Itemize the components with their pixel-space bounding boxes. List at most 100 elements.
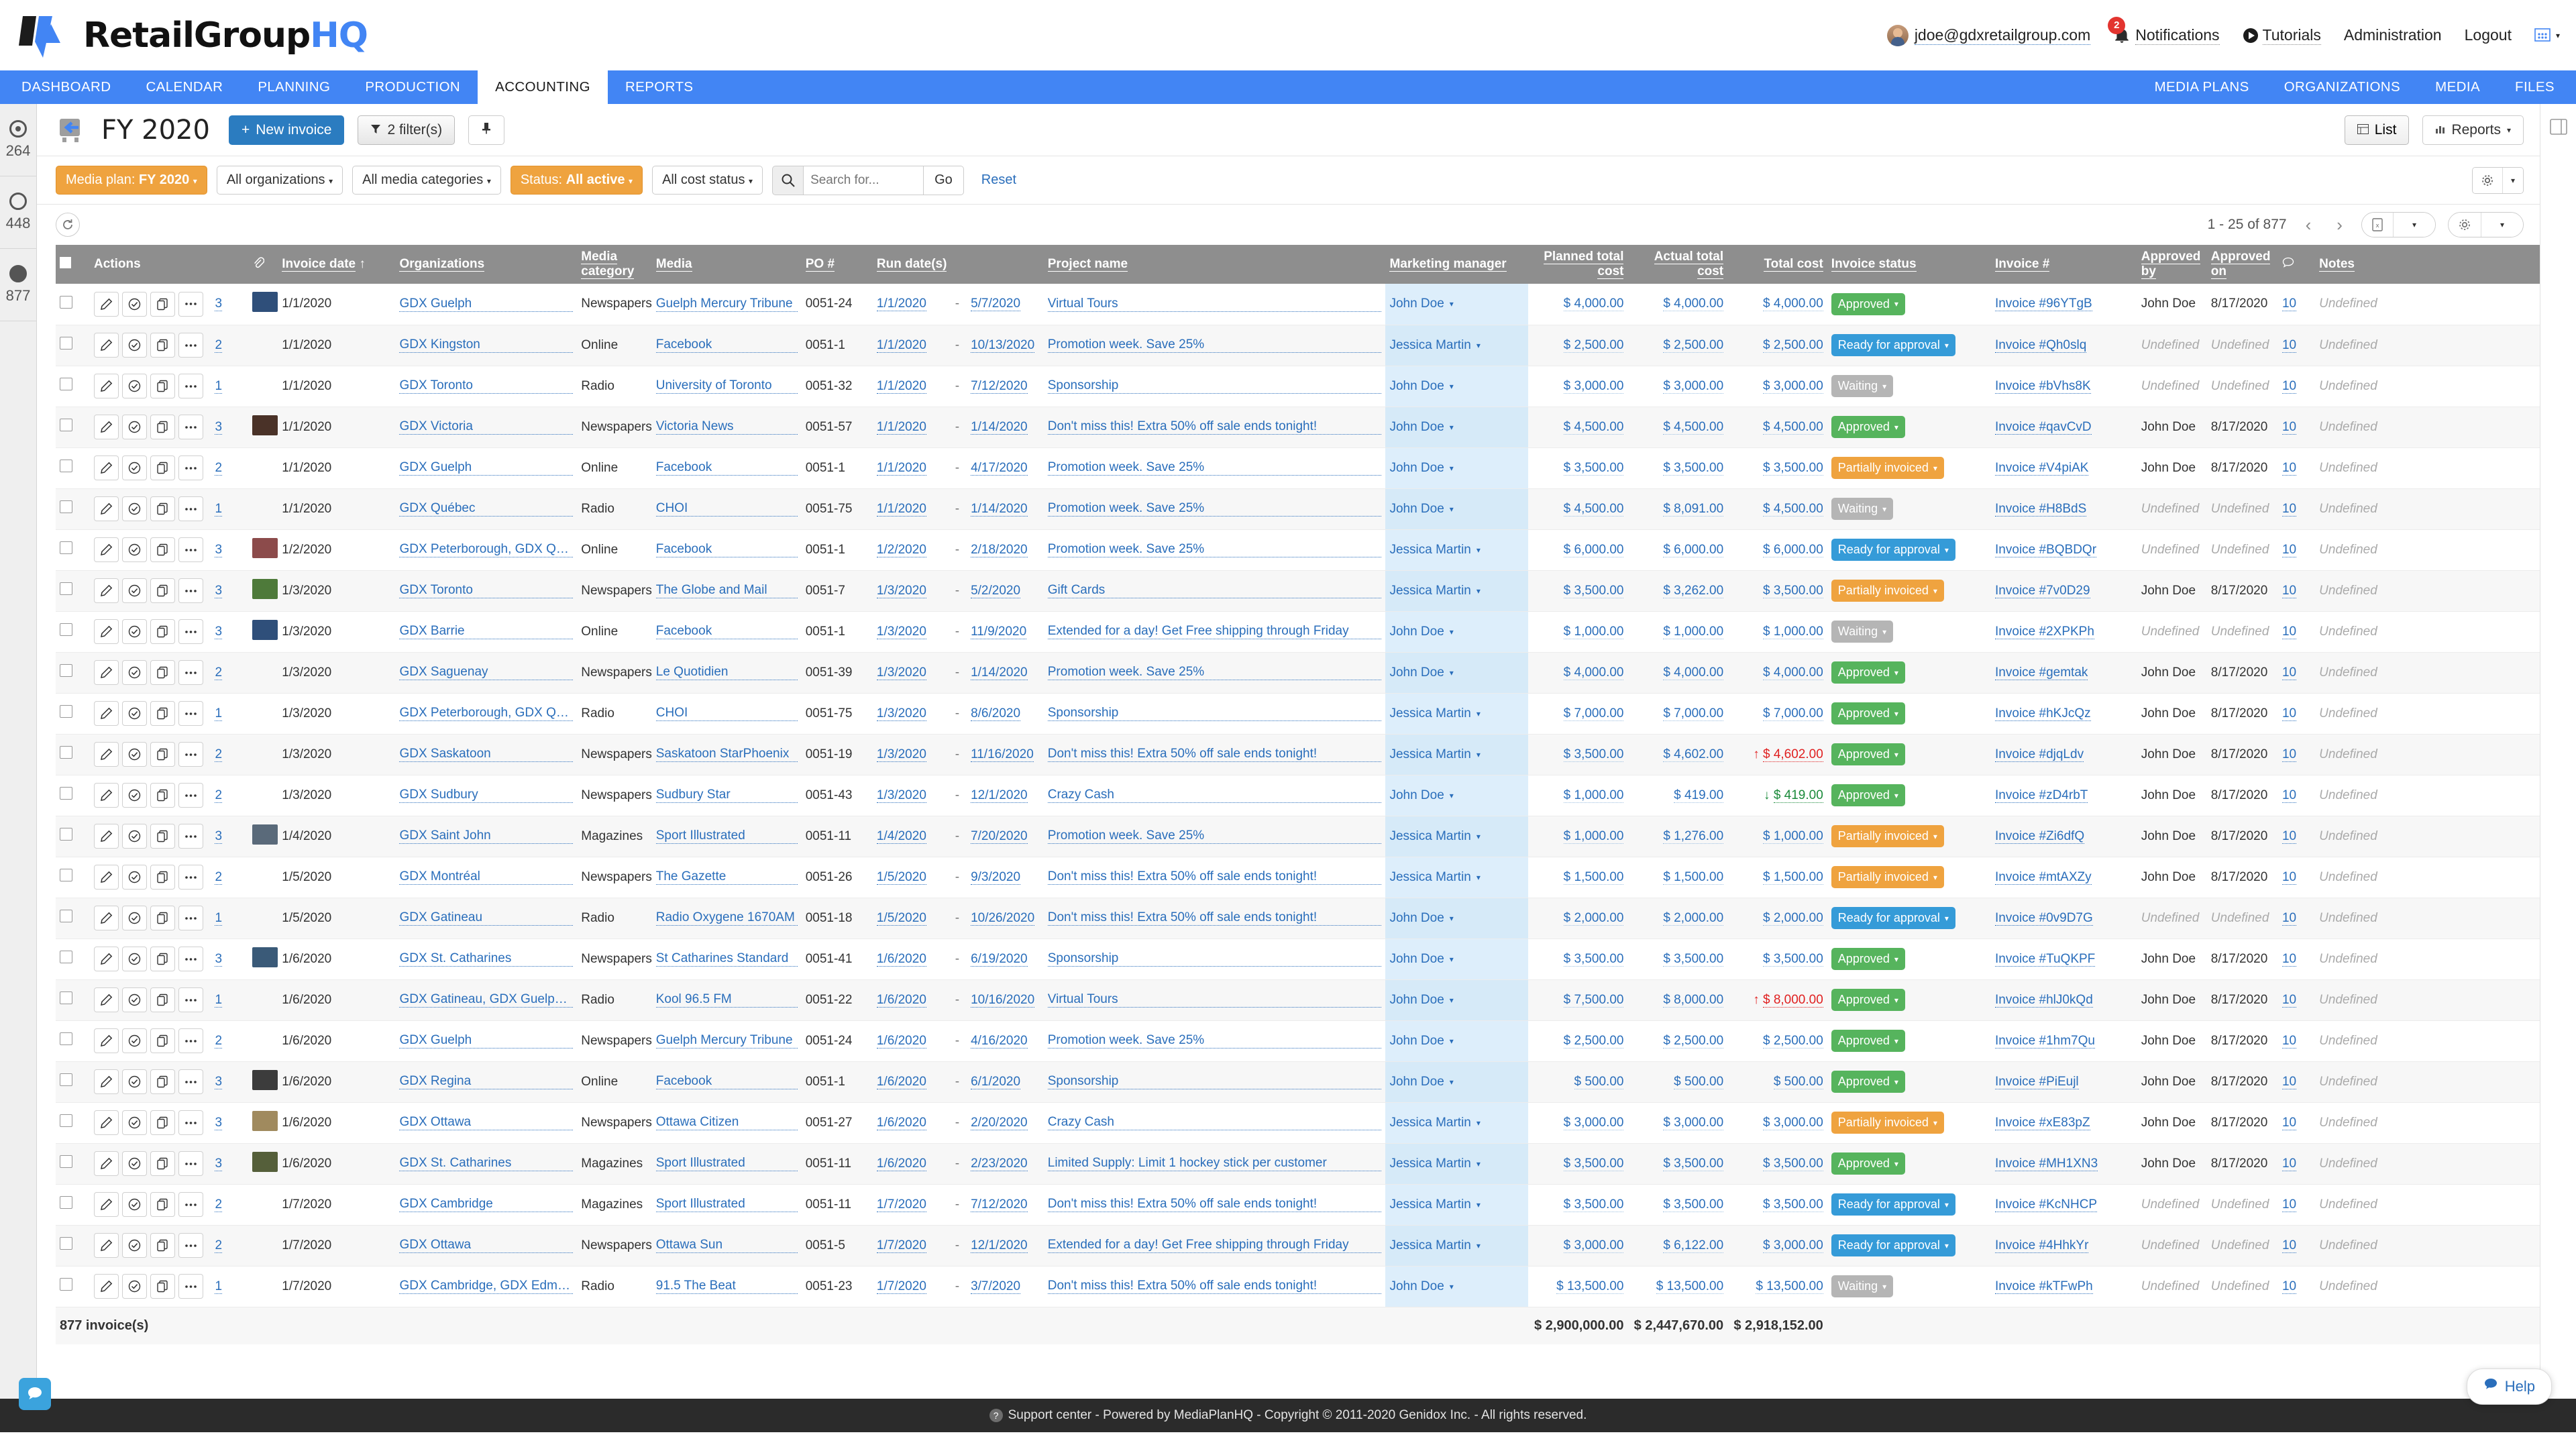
status-badge[interactable]: Waiting ▾ [1831,375,1894,397]
row-checkbox[interactable] [60,991,72,1004]
attachment-count[interactable]: 1 [215,992,223,1008]
run-start-cell[interactable]: 1/2/2020 [872,529,951,571]
invoice-number-cell[interactable]: Invoice #hKJcQz [1991,693,2137,735]
invoice-status-cell[interactable]: Approved ▾ [1827,1143,1992,1185]
project-name-cell[interactable]: Don't miss this! Extra 50% off sale ends… [1043,734,1386,775]
attachment-count-cell[interactable]: 3 [211,1143,248,1185]
approve-button[interactable] [121,537,147,562]
new-invoice-button[interactable]: + New invoice [228,115,345,145]
media-cell[interactable]: Ottawa Sun [651,1225,802,1267]
invoice-status-cell[interactable]: Ready for approval ▾ [1827,1225,1992,1267]
project-link[interactable]: Crazy Cash [1047,788,1382,803]
planned-total-cost[interactable]: $ 1,000.00 [1563,828,1624,844]
organization-link[interactable]: GDX St. Catharines [399,951,574,967]
total-cost-cell[interactable]: $ 3,000.00 [1727,1225,1827,1267]
notes-count-cell[interactable]: 10 [2277,325,2316,366]
run-end-cell[interactable]: 1/14/2020 [967,407,1044,448]
nav-item-planning[interactable]: PLANNING [240,70,347,104]
planned-total-cost[interactable]: $ 7,000.00 [1563,706,1624,721]
run-end-cell[interactable]: 6/1/2020 [967,1061,1044,1103]
attachment-count[interactable]: 1 [215,501,223,517]
total-cost[interactable]: $ 8,000.00 [1762,992,1823,1008]
notes-count[interactable]: 10 [2282,1074,2297,1089]
actual-total-cost-cell[interactable]: $ 3,262.00 [1627,570,1728,612]
run-end-date[interactable]: 2/18/2020 [971,542,1028,557]
attachment-count-cell[interactable]: 2 [211,1184,248,1226]
total-cost-cell[interactable]: $ 1,500.00 [1727,857,1827,898]
project-name-cell[interactable]: Promotion week. Save 25% [1043,1020,1386,1062]
organizations-header[interactable]: Organizations [395,245,578,284]
media-cell[interactable]: Radio Oxygene 1670AM [651,898,802,939]
total-cost-cell[interactable]: ↑ $ 8,000.00 [1727,979,1827,1021]
notes-count-cell[interactable]: 10 [2277,734,2316,775]
search-input[interactable] [803,165,924,195]
nav-item-files[interactable]: FILES [2498,70,2572,104]
total-cost-cell[interactable]: $ 3,500.00 [1727,1143,1827,1185]
actual-total-cost-cell[interactable]: $ 3,500.00 [1627,447,1728,489]
invoice-status-cell[interactable]: Ready for approval ▾ [1827,529,1992,571]
notes-count-cell[interactable]: 10 [2277,898,2316,939]
duplicate-button[interactable] [150,1274,175,1299]
approve-button[interactable] [121,660,147,685]
invoice-status-cell[interactable]: Waiting ▾ [1827,366,1992,407]
run-start-cell[interactable]: 1/3/2020 [872,734,951,775]
invoice-number-link[interactable]: Invoice #zD4rbT [1995,788,2088,803]
organizations-cell[interactable]: GDX St. Catharines [395,938,578,980]
approve-button[interactable] [121,578,147,603]
edit-button[interactable] [93,333,119,358]
project-name-cell[interactable]: Promotion week. Save 25% [1043,816,1386,857]
notes-count[interactable]: 10 [2282,297,2297,312]
nav-item-media-plans[interactable]: MEDIA PLANS [2137,70,2267,104]
run-start-date[interactable]: 1/1/2020 [876,297,926,312]
actual-total-cost-cell[interactable]: $ 6,122.00 [1627,1225,1728,1267]
row-select-cell[interactable] [56,938,90,980]
invoice-number-cell[interactable]: Invoice #zD4rbT [1991,775,2137,816]
status-badge[interactable]: Ready for approval ▾ [1831,334,1955,356]
duplicate-button[interactable] [150,333,175,358]
status-badge[interactable]: Ready for approval ▾ [1831,907,1955,929]
run-start-date[interactable]: 1/3/2020 [876,706,926,721]
row-select-cell[interactable] [56,447,90,489]
project-link[interactable]: Don't miss this! Extra 50% off sale ends… [1047,1279,1382,1294]
marketing-manager-cell[interactable]: Jessica Martin ▾ [1385,570,1528,612]
actual-total-cost[interactable]: $ 3,500.00 [1663,1197,1724,1212]
organizations-cell[interactable]: GDX Regina [395,1061,578,1103]
actual-total-cost[interactable]: $ 1,000.00 [1663,624,1724,639]
media-categories-filter[interactable]: All media categories ▾ [352,166,501,195]
project-link[interactable]: Sponsorship [1047,378,1382,394]
duplicate-button[interactable] [150,742,175,767]
status-badge[interactable]: Approved ▾ [1831,702,1905,724]
notes-count[interactable]: 10 [2282,788,2297,803]
table-row[interactable]: 2 1/3/2020 GDX Saguenay Newspapers Le Quotid… [56,652,2540,694]
invoice-number-link[interactable]: Invoice #0v9D7G [1995,910,2093,926]
run-end-date[interactable]: 12/1/2020 [971,1238,1028,1253]
attachment-count-cell[interactable]: 1 [211,366,248,407]
status-badge[interactable]: Approved ▾ [1831,989,1905,1011]
invoice-number-link[interactable]: Invoice #kTFwPh [1995,1279,2093,1294]
planned-total-cost-cell[interactable]: $ 13,500.00 [1527,1266,1628,1307]
run-end-date[interactable]: 11/16/2020 [971,747,1034,762]
invoice-status-cell[interactable]: Partially invoiced ▾ [1827,447,1992,489]
attachment-count-cell[interactable]: 2 [211,857,248,898]
approve-button[interactable] [121,619,147,644]
table-row[interactable]: 2 1/1/2020 GDX Kingston Online Facebook 0051-… [56,325,2540,366]
project-name-cell[interactable]: Promotion week. Save 25% [1043,652,1386,694]
marketing-manager-cell[interactable]: John Doe ▾ [1385,1061,1528,1103]
table-row[interactable]: 3 1/6/2020 GDX St. Catharines Magazines Spor… [56,1143,2540,1185]
notes-count-cell[interactable]: 10 [2277,407,2316,448]
project-link[interactable]: Crazy Cash [1047,1115,1382,1130]
run-end-date[interactable]: 3/7/2020 [971,1279,1021,1294]
media-cell[interactable]: Facebook [651,325,802,366]
attachment-count[interactable]: 3 [215,828,223,844]
media-link[interactable]: Kool 96.5 FM [655,992,798,1008]
run-start-cell[interactable]: 1/1/2020 [872,366,951,407]
total-cost[interactable]: $ 2,500.00 [1762,337,1823,353]
media-link[interactable]: 91.5 The Beat [655,1279,798,1294]
run-start-date[interactable]: 1/7/2020 [876,1197,926,1212]
help-button[interactable]: Help [2466,1368,2552,1405]
row-checkbox[interactable] [60,378,72,390]
invoice-status-cell[interactable]: Approved ▾ [1827,652,1992,694]
actual-total-cost-cell[interactable]: $ 6,000.00 [1627,529,1728,571]
total-cost-cell[interactable]: $ 7,000.00 [1727,693,1827,735]
project-link[interactable]: Sponsorship [1047,706,1382,721]
